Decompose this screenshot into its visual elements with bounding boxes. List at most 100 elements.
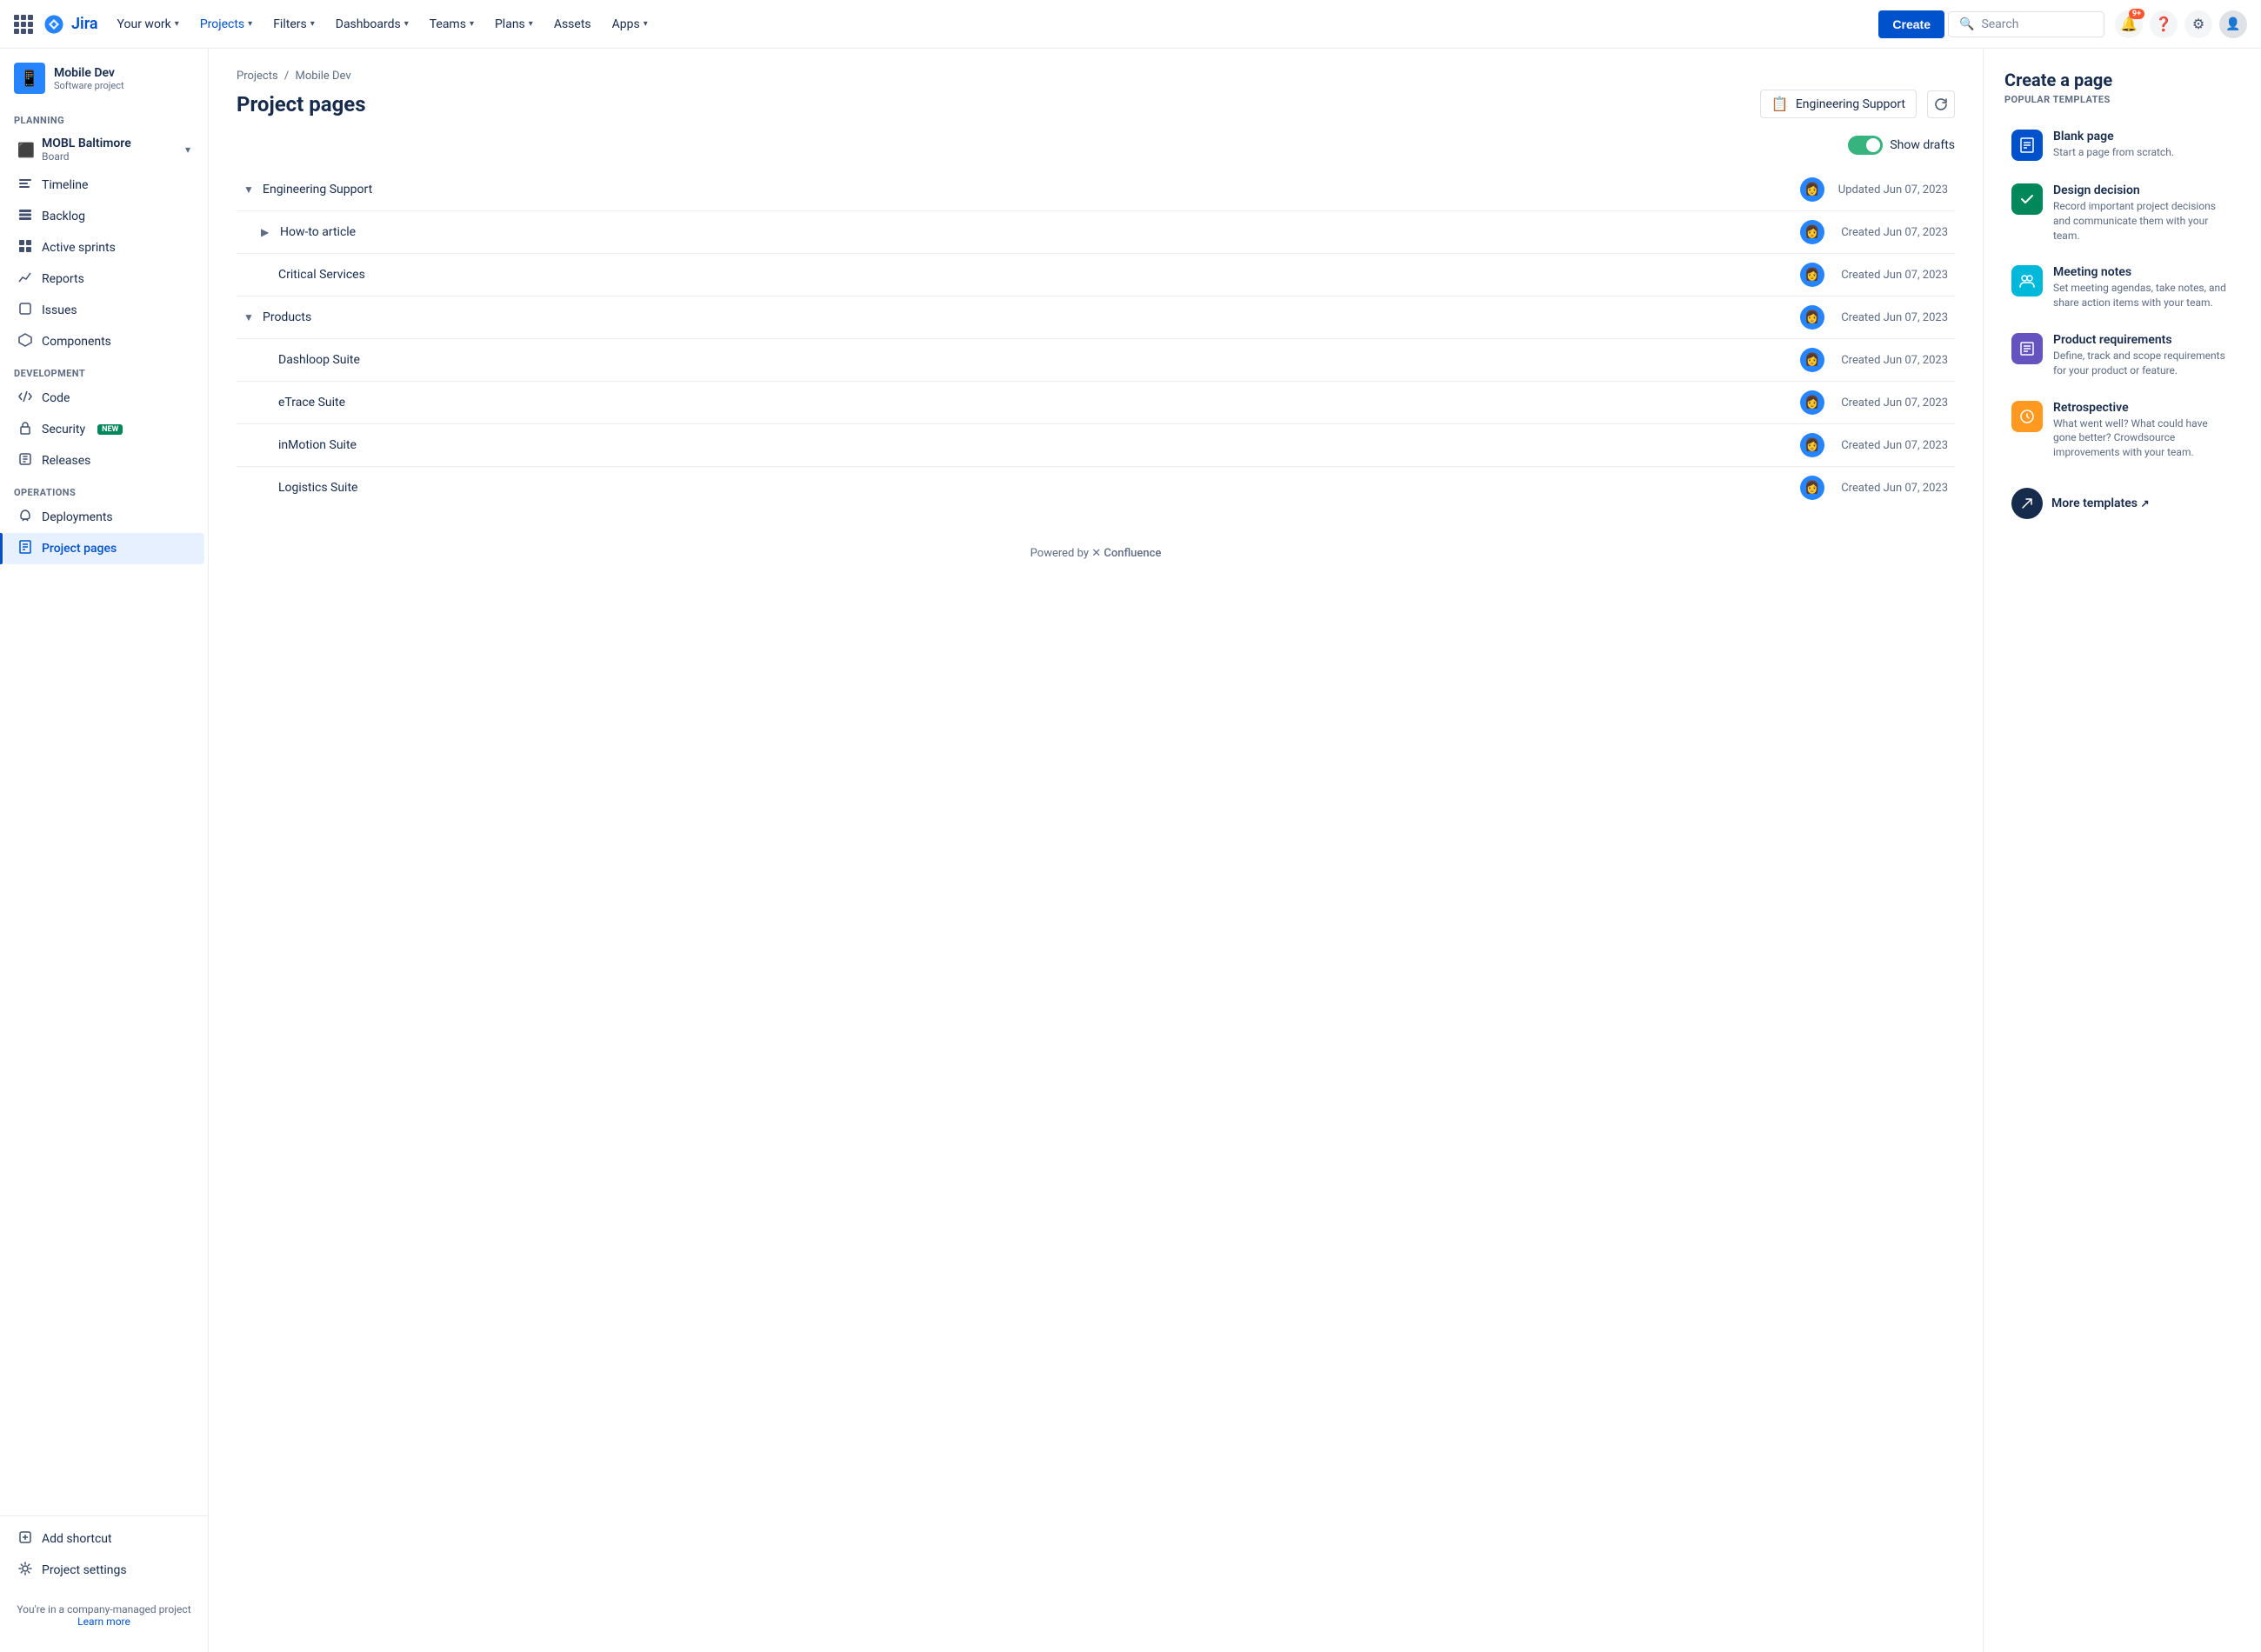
page-row-name[interactable]: Dashloop Suite xyxy=(243,353,1786,367)
show-drafts-row: Show drafts xyxy=(237,136,1955,155)
more-templates-label: More templates ↗ xyxy=(2051,496,2150,510)
nav-projects[interactable]: Projects ▾ xyxy=(191,12,261,37)
code-icon xyxy=(17,390,33,407)
template-blank-page[interactable]: Blank page Start a page from scratch. xyxy=(2004,119,2240,171)
main-content: Projects / Mobile Dev Project pages 📋 En… xyxy=(209,49,1983,1652)
show-drafts-label: Show drafts xyxy=(1890,138,1955,152)
create-button[interactable]: Create xyxy=(1878,10,1944,38)
chevron-down-icon: ▾ xyxy=(310,19,315,29)
user-avatar: 👩 xyxy=(1800,348,1824,372)
nav-plans[interactable]: Plans ▾ xyxy=(486,12,542,37)
date-cell: Created Jun 07, 2023 xyxy=(1831,467,1955,510)
table-row: eTrace Suite 👩 Created Jun 07, 2023 xyxy=(237,382,1955,424)
search-icon: 🔍 xyxy=(1959,17,1974,31)
template-meeting-notes-icon xyxy=(2011,265,2043,296)
development-section-label: DEVELOPMENT xyxy=(0,357,208,383)
project-header[interactable]: 📱 Mobile Dev Software project xyxy=(0,49,208,104)
issues-icon xyxy=(17,302,33,319)
sidebar-item-project-pages[interactable]: Project pages xyxy=(3,533,204,564)
page-row-name[interactable]: ▼ Engineering Support xyxy=(243,183,1786,197)
app-switcher-icon[interactable] xyxy=(14,15,33,34)
project-name: Mobile Dev xyxy=(54,66,124,80)
page-row-name[interactable]: Logistics Suite xyxy=(243,481,1786,495)
logo-text: Jira xyxy=(71,15,98,33)
template-design-decision[interactable]: Design decision Record important project… xyxy=(2004,173,2240,253)
table-row: ▶ How-to article 👩 Created Jun 07, 2023 xyxy=(237,211,1955,254)
template-meeting-notes[interactable]: Meeting notes Set meeting agendas, take … xyxy=(2004,255,2240,321)
header-right: 📋 Engineering Support xyxy=(1760,90,1955,118)
user-avatar[interactable]: 👤 xyxy=(2219,10,2247,38)
sidebar-item-board[interactable]: ⬛ MOBL Baltimore Board ▾ xyxy=(3,130,204,170)
chevron-down-icon: ▾ xyxy=(644,19,648,29)
new-badge: NEW xyxy=(97,424,123,435)
sidebar: 📱 Mobile Dev Software project PLANNING ⬛… xyxy=(0,49,209,1652)
right-panel: Create a page POPULAR TEMPLATES Blank pa… xyxy=(1983,49,2261,1652)
topnav: Jira Your work ▾ Projects ▾ Filters ▾ Da… xyxy=(0,0,2261,49)
add-shortcut-icon xyxy=(17,1530,33,1548)
nav-teams[interactable]: Teams ▾ xyxy=(421,12,483,37)
learn-more-link[interactable]: Learn more xyxy=(77,1615,130,1628)
show-drafts-toggle[interactable] xyxy=(1848,136,1883,155)
help-button[interactable]: ❓ xyxy=(2150,10,2178,38)
project-info: Mobile Dev Software project xyxy=(54,66,124,91)
breadcrumb: Projects / Mobile Dev xyxy=(237,70,1955,83)
topnav-icons: 🔔 9+ ❓ ⚙ 👤 xyxy=(2115,10,2247,38)
sidebar-item-reports[interactable]: Reports xyxy=(3,263,204,295)
nav-your-work[interactable]: Your work ▾ xyxy=(109,12,188,37)
sidebar-item-add-shortcut[interactable]: Add shortcut xyxy=(3,1523,204,1555)
date-cell: Created Jun 07, 2023 xyxy=(1831,339,1955,382)
expand-icon[interactable]: ▶ xyxy=(261,226,273,238)
notification-badge: 9+ xyxy=(2129,9,2144,19)
sidebar-item-project-settings[interactable]: Project settings xyxy=(3,1555,204,1586)
sidebar-item-backlog[interactable]: Backlog xyxy=(3,201,204,232)
nav-filters[interactable]: Filters ▾ xyxy=(264,12,323,37)
user-avatar: 👩 xyxy=(1800,476,1824,500)
sidebar-item-security[interactable]: Security NEW xyxy=(3,414,204,445)
jira-logo[interactable]: Jira xyxy=(43,14,98,35)
page-header: Project pages 📋 Engineering Support xyxy=(237,90,1955,118)
eng-badge-icon: 📋 xyxy=(1771,96,1789,112)
page-row-name[interactable]: inMotion Suite xyxy=(243,438,1786,452)
more-templates-button[interactable]: More templates ↗ xyxy=(2004,477,2240,530)
notifications-button[interactable]: 🔔 9+ xyxy=(2115,10,2143,38)
security-icon xyxy=(17,421,33,438)
sidebar-bottom: Add shortcut Project settings xyxy=(0,1515,208,1593)
project-icon: 📱 xyxy=(14,63,45,94)
sidebar-item-components[interactable]: Components xyxy=(3,326,204,357)
pages-table: ▼ Engineering Support 👩 Updated Jun 07, … xyxy=(237,169,1955,509)
nav-apps[interactable]: Apps ▾ xyxy=(604,12,657,37)
sidebar-item-active-sprints[interactable]: Active sprints xyxy=(3,232,204,263)
nav-assets[interactable]: Assets xyxy=(545,12,600,37)
sidebar-item-code[interactable]: Code xyxy=(3,383,204,414)
page-row-name[interactable]: ▶ How-to article xyxy=(243,225,1786,239)
layout: 📱 Mobile Dev Software project PLANNING ⬛… xyxy=(0,49,2261,1652)
page-title: Project pages xyxy=(237,92,366,117)
deployments-icon xyxy=(17,509,33,526)
sidebar-item-issues[interactable]: Issues xyxy=(3,295,204,326)
settings-button[interactable]: ⚙ xyxy=(2184,10,2212,38)
nav-dashboards[interactable]: Dashboards ▾ xyxy=(327,12,417,37)
expand-icon[interactable]: ▼ xyxy=(243,311,256,323)
planning-section-label: PLANNING xyxy=(0,104,208,130)
date-cell: Created Jun 07, 2023 xyxy=(1831,382,1955,424)
table-row: Critical Services 👩 Created Jun 07, 2023 xyxy=(237,254,1955,296)
template-product-requirements[interactable]: Product requirements Define, track and s… xyxy=(2004,323,2240,389)
refresh-button[interactable] xyxy=(1927,90,1955,118)
sidebar-item-deployments[interactable]: Deployments xyxy=(3,502,204,533)
operations-section-label: OPERATIONS xyxy=(0,476,208,502)
breadcrumb-projects[interactable]: Projects xyxy=(237,70,278,83)
table-row: inMotion Suite 👩 Created Jun 07, 2023 xyxy=(237,424,1955,467)
search-box[interactable]: 🔍 Search xyxy=(1948,11,2104,37)
sidebar-item-timeline[interactable]: Timeline xyxy=(3,170,204,201)
project-pages-icon xyxy=(17,540,33,557)
date-cell: Created Jun 07, 2023 xyxy=(1831,424,1955,467)
page-row-name[interactable]: Critical Services xyxy=(243,268,1786,282)
expand-icon[interactable]: ▼ xyxy=(243,183,256,196)
page-row-name[interactable]: eTrace Suite xyxy=(243,396,1786,410)
sidebar-footer: You're in a company-managed project Lear… xyxy=(0,1593,208,1638)
template-retrospective[interactable]: Retrospective What went well? What could… xyxy=(2004,390,2240,470)
page-row-name[interactable]: ▼ Products xyxy=(243,310,1786,324)
sidebar-item-releases[interactable]: Releases xyxy=(3,445,204,476)
engineering-support-badge[interactable]: 📋 Engineering Support xyxy=(1760,90,1917,118)
breadcrumb-mobile-dev[interactable]: Mobile Dev xyxy=(296,70,351,83)
